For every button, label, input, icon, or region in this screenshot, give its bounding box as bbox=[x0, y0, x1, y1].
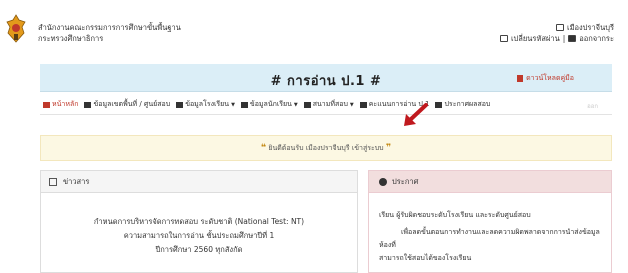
ministry-emblem-icon bbox=[6, 14, 26, 43]
caret-down-icon: ▼ bbox=[231, 101, 235, 108]
quote-right-icon: ❞ bbox=[385, 143, 392, 153]
quote-left-icon: ❝ bbox=[260, 143, 267, 153]
news-panel: ข่าวสาร กำหนดการบริหารจัดการทดสอบ ระดับช… bbox=[40, 170, 358, 273]
site-header: สำนักงานคณะกรรมการการศึกษาขั้นพื้นฐาน กร… bbox=[0, 0, 628, 46]
user-block: เมืองปราจีนบุรี เปลี่ยนรหัสผ่าน | ออกจาก… bbox=[499, 22, 614, 44]
megaphone-icon bbox=[435, 101, 443, 108]
logout-icon bbox=[568, 35, 577, 42]
title-bar: # การอ่าน ป.1 # ดาวน์โหลดคู่มือ bbox=[40, 64, 612, 92]
nav-item-label: ข้อมูลโรงเรียน bbox=[185, 100, 230, 108]
nav-item-students[interactable]: ข้อมูลนักเรียน ▼ bbox=[240, 99, 298, 110]
info-circle-icon bbox=[379, 177, 387, 186]
newspaper-icon bbox=[49, 177, 57, 186]
change-password-link[interactable]: เปลี่ยนรหัสผ่าน bbox=[511, 33, 560, 44]
account-links: เปลี่ยนรหัสผ่าน | ออกจากระ bbox=[499, 33, 614, 44]
bank-icon bbox=[84, 101, 92, 108]
download-manual-link[interactable]: ดาวน์โหลดคู่มือ bbox=[517, 73, 574, 84]
id-card-icon bbox=[556, 24, 564, 31]
school-icon bbox=[176, 101, 184, 108]
news-line-1[interactable]: กำหนดการบริหารจัดการทดสอบ ระดับชาติ (Nat… bbox=[41, 215, 357, 229]
nav-faint-text: ออก bbox=[587, 103, 598, 110]
org-line-1: สำนักงานคณะกรรมการการศึกษาขั้นพื้นฐาน bbox=[38, 23, 181, 32]
news-line-2: ความสามารถในการอ่าน ชั้นประถมศึกษาปีที่ … bbox=[123, 231, 275, 240]
nav-item-label: ข้อมูลนักเรียน bbox=[249, 100, 292, 108]
nav-item-home[interactable]: หน้าหลัก bbox=[43, 99, 78, 110]
organization-name: สำนักงานคณะกรรมการการศึกษาขั้นพื้นฐาน กร… bbox=[38, 22, 181, 44]
news-line-3: ปีการศึกษา 2560 ทุกสังกัด bbox=[155, 245, 243, 254]
table-icon bbox=[303, 101, 311, 108]
news-panel-header: ข่าวสาร bbox=[41, 171, 357, 193]
news-heading: ข่าวสาร bbox=[63, 176, 90, 186]
edit-icon bbox=[499, 35, 508, 42]
link-separator: | bbox=[562, 34, 566, 43]
welcome-text: ยินดีต้อนรับ เมืองปราจีนบุรี เข้าสู่ระบบ bbox=[268, 144, 384, 152]
caret-down-icon: ▼ bbox=[349, 101, 354, 108]
nav-item-label: สนามที่สอบ bbox=[312, 100, 348, 108]
download-manual-label: ดาวน์โหลดคู่มือ bbox=[526, 74, 574, 82]
nav-item-results[interactable]: ประกาศผลสอบ bbox=[435, 99, 490, 110]
nav-item-label: ประกาศผลสอบ bbox=[444, 100, 491, 108]
caret-down-icon: ▼ bbox=[293, 101, 298, 108]
org-line-2: กระทรวงศึกษาธิการ bbox=[38, 34, 104, 43]
graduation-cap-icon bbox=[240, 101, 248, 108]
book-icon bbox=[517, 75, 524, 82]
nav-item-label: หน้าหลัก bbox=[52, 100, 79, 108]
nav-item-label: ข้อมูลเขตพื้นที่ / ศูนย์สอบ bbox=[93, 100, 171, 108]
nav-item-test-sites[interactable]: สนามที่สอบ ▼ bbox=[303, 99, 354, 110]
news-body: กำหนดการบริหารจัดการทดสอบ ระดับชาติ (Nat… bbox=[41, 193, 357, 257]
notice-heading: ประกาศ bbox=[392, 176, 419, 186]
welcome-banner: ❝ ยินดีต้อนรับ เมืองปราจีนบุรี เข้าสู่ระ… bbox=[40, 135, 612, 161]
logout-link[interactable]: ออกจากระ bbox=[579, 33, 614, 44]
user-row: เมืองปราจีนบุรี bbox=[500, 22, 614, 33]
notice-body: เรียน ผู้รับผิดชอบระดับโรงเรียน และระดับ… bbox=[369, 193, 611, 265]
notice-line-3: สามารถใช้สอบได้ของโรงเรียน bbox=[379, 254, 472, 262]
home-icon bbox=[43, 101, 50, 108]
notice-line-1: เรียน ผู้รับผิดชอบระดับโรงเรียน และระดับ… bbox=[379, 211, 531, 219]
nav-item-area-center[interactable]: ข้อมูลเขตพื้นที่ / ศูนย์สอบ bbox=[84, 99, 170, 110]
main-nav: หน้าหลัก ข้อมูลเขตพื้นที่ / ศูนย์สอบ ข้อ… bbox=[40, 95, 612, 115]
notice-line-2: เพื่อลดขั้นตอนการทำงานและลดความผิดพลาดจา… bbox=[379, 228, 600, 249]
notice-panel-header: ประกาศ bbox=[369, 171, 611, 193]
pointer-arrow-icon bbox=[404, 103, 428, 126]
page: สำนักงานคณะกรรมการการศึกษาขั้นพื้นฐาน กร… bbox=[0, 0, 628, 273]
nav-item-school[interactable]: ข้อมูลโรงเรียน ▼ bbox=[176, 99, 235, 110]
user-name: เมืองปราจีนบุรี bbox=[567, 23, 614, 32]
notice-panel: ประกาศ เรียน ผู้รับผิดชอบระดับโรงเรียน แ… bbox=[368, 170, 612, 273]
download-icon bbox=[359, 101, 367, 108]
